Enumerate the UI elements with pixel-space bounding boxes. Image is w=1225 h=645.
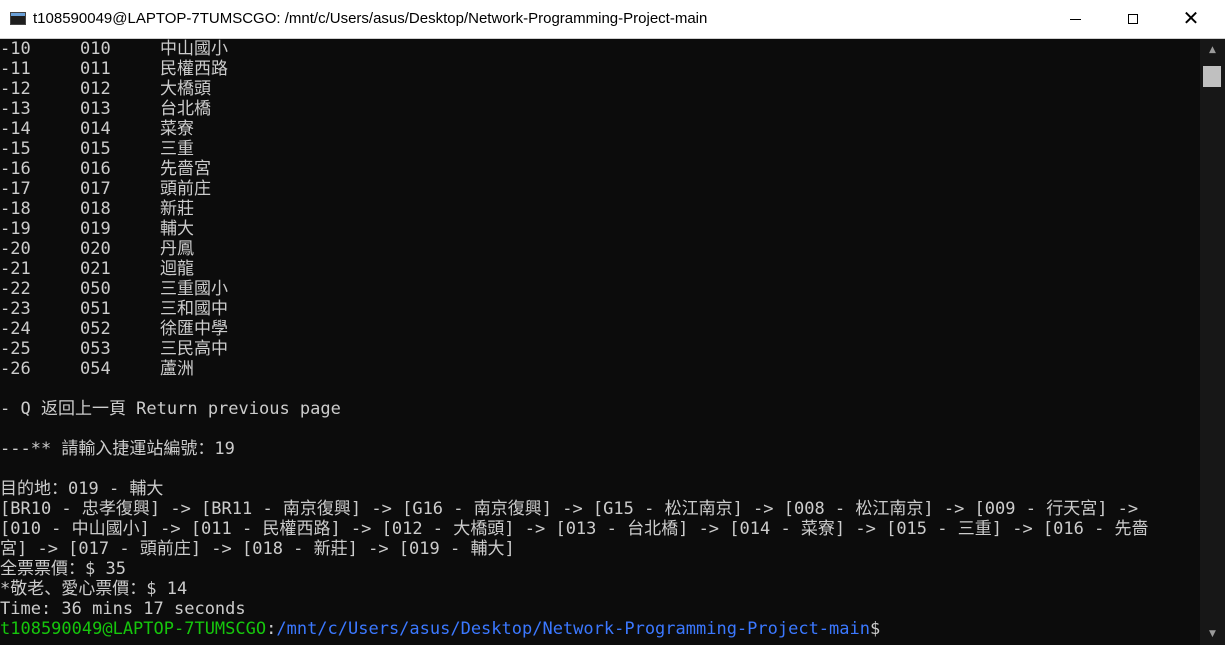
maximize-icon (1128, 14, 1138, 24)
station-code: 054 (80, 359, 111, 379)
full-fare: 全票票價：$ 35 (0, 559, 126, 579)
station-name: 頭前庄 (160, 179, 211, 199)
station-code: 012 (80, 79, 111, 99)
station-code: 051 (80, 299, 111, 319)
station-row: -26 054 蘆洲 (0, 359, 400, 379)
station-row: -16 016 先嗇宮 (0, 159, 400, 179)
station-row: -25 053 三民高中 (0, 339, 400, 359)
station-name: 三重國小 (160, 279, 228, 299)
station-code: 050 (80, 279, 111, 299)
station-name: 菜寮 (160, 119, 194, 139)
station-idx: -20 (0, 239, 31, 259)
station-code: 052 (80, 319, 111, 339)
station-code: 018 (80, 199, 111, 219)
scroll-up-arrow-icon[interactable]: ▲ (1200, 39, 1225, 61)
travel-time: Time: 36 mins 17 seconds (0, 599, 246, 619)
station-code: 014 (80, 119, 111, 139)
station-code: 013 (80, 99, 111, 119)
station-code: 053 (80, 339, 111, 359)
station-name: 迴龍 (160, 259, 194, 279)
station-row: -12 012 大橋頭 (0, 79, 400, 99)
station-code: 015 (80, 139, 111, 159)
station-name: 徐匯中學 (160, 319, 228, 339)
shell-prompt[interactable]: t108590049@LAPTOP-7TUMSCGO:/mnt/c/Users/… (0, 619, 880, 639)
prompt-user-host: t108590049@LAPTOP-7TUMSCGO (0, 619, 267, 639)
station-row: -21 021 迴龍 (0, 259, 400, 279)
prompt-separator: : (266, 619, 277, 639)
station-idx: -18 (0, 199, 31, 219)
station-idx: -15 (0, 139, 31, 159)
station-row: -14 014 菜寮 (0, 119, 400, 139)
station-name: 三民高中 (160, 339, 228, 359)
station-name: 蘆洲 (160, 359, 194, 379)
station-row: -23 051 三和國中 (0, 299, 400, 319)
station-row: -19 019 輔大 (0, 219, 400, 239)
station-row: -10 010 中山國小 (0, 39, 400, 59)
route-line: [010 - 中山國小] -> [011 - 民權西路] -> [012 - 大… (0, 519, 1149, 539)
station-idx: -24 (0, 319, 31, 339)
prompt-symbol: $ (869, 619, 881, 639)
station-name: 輔大 (160, 219, 194, 239)
station-row: -15 015 三重 (0, 139, 400, 159)
station-name: 三和國中 (160, 299, 228, 319)
station-code: 019 (80, 219, 111, 239)
station-idx: -13 (0, 99, 31, 119)
station-row: -11 011 民權西路 (0, 59, 400, 79)
station-name: 三重 (160, 139, 194, 159)
station-idx: -17 (0, 179, 31, 199)
station-name: 民權西路 (160, 59, 228, 79)
station-idx: -21 (0, 259, 31, 279)
station-code: 016 (80, 159, 111, 179)
vertical-scrollbar[interactable]: ▲ ▼ (1200, 39, 1225, 645)
station-name: 台北橋 (160, 99, 211, 119)
station-code: 020 (80, 239, 111, 259)
window-titlebar[interactable]: t108590049@LAPTOP-7TUMSCGO: /mnt/c/Users… (0, 0, 1225, 39)
station-row: -24 052 徐匯中學 (0, 319, 400, 339)
destination: 目的地：019 - 輔大 (0, 479, 164, 499)
station-row: -20 020 丹鳳 (0, 239, 400, 259)
scroll-down-arrow-icon[interactable]: ▼ (1200, 623, 1225, 645)
station-name: 新莊 (160, 199, 194, 219)
close-icon: ✕ (1182, 8, 1200, 30)
maximize-button[interactable] (1104, 0, 1162, 38)
station-row: -17 017 頭前庄 (0, 179, 400, 199)
route-line: 宮] -> [017 - 頭前庄] -> [018 - 新莊] -> [019 … (0, 539, 515, 559)
station-code: 021 (80, 259, 111, 279)
station-row: -18 018 新莊 (0, 199, 400, 219)
terminal-app-icon (10, 12, 26, 25)
prompt-path: /mnt/c/Users/asus/Desktop/Network-Progra… (276, 619, 870, 639)
station-idx: -26 (0, 359, 31, 379)
station-name: 大橋頭 (160, 79, 211, 99)
station-idx: -12 (0, 79, 31, 99)
close-button[interactable]: ✕ (1162, 0, 1220, 38)
return-option: - Q 返回上一頁 Return previous page (0, 399, 341, 419)
station-name: 先嗇宮 (160, 159, 211, 179)
window-title: t108590049@LAPTOP-7TUMSCGO: /mnt/c/Users… (33, 10, 708, 27)
station-code: 017 (80, 179, 111, 199)
station-row: -13 013 台北橋 (0, 99, 400, 119)
input-prompt: ---** 請輸入捷運站編號：19 (0, 439, 235, 459)
station-idx: -14 (0, 119, 31, 139)
station-idx: -23 (0, 299, 31, 319)
minimize-button[interactable] (1046, 0, 1104, 38)
minimize-icon (1069, 18, 1081, 20)
station-idx: -10 (0, 39, 31, 59)
station-name: 中山國小 (160, 39, 228, 59)
station-idx: -25 (0, 339, 31, 359)
station-idx: -22 (0, 279, 31, 299)
station-row: -22 050 三重國小 (0, 279, 400, 299)
station-idx: -19 (0, 219, 31, 239)
station-name: 丹鳳 (160, 239, 194, 259)
station-code: 011 (80, 59, 111, 79)
station-code: 010 (80, 39, 111, 59)
scrollbar-thumb[interactable] (1203, 66, 1221, 87)
concession-fare: *敬老、愛心票價：$ 14 (0, 579, 188, 599)
terminal-output[interactable]: -10 010 中山國小 -11 011 民權西路 -12 012 大橋頭 -13 013 台北橋 -1… (0, 39, 1200, 645)
station-idx: -16 (0, 159, 31, 179)
route-line: [BR10 - 忠孝復興] -> [BR11 - 南京復興] -> [G16 -… (0, 499, 1139, 519)
station-idx: -11 (0, 59, 31, 79)
